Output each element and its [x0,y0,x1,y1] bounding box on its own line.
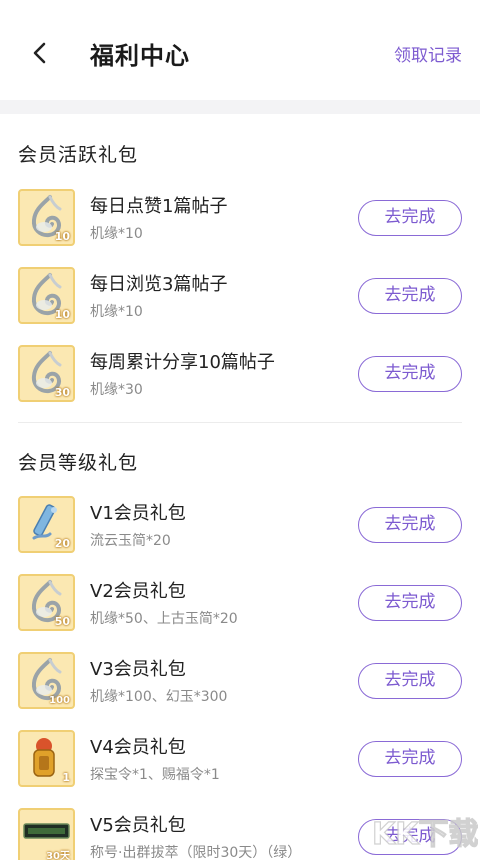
reward-count-badge: 30 [54,386,70,399]
task-name: V4会员礼包 [90,737,186,758]
gift-list-item: 100 V3会员礼包机缘*100、幻玉*300 去完成 [0,648,480,714]
reward-text: 流云玉简*20 [90,533,171,549]
reward-text: 机缘*100、幻玉*300 [90,689,228,705]
reward-text: 称号·出群拔萃（限时30天）（绿） [90,845,302,860]
gift-list-item: 30天 V5会员礼包称号·出群拔萃（限时30天）（绿） 去完成 [0,804,480,860]
spirit-swirl-icon: 100 [18,652,75,709]
title-plaque-icon: 30天 [18,808,75,860]
reward-text: 机缘*10 [90,226,143,242]
reward-text: 探宝令*1、赐福令*1 [90,767,220,783]
reward-count-badge: 10 [54,230,70,243]
spirit-swirl-icon: 30 [18,345,75,402]
gift-list-item: 50 V2会员礼包机缘*50、上古玉简*20 去完成 [0,570,480,636]
reward-count-badge: 20 [54,537,70,550]
complete-task-button[interactable]: 去完成 [358,356,462,392]
back-button[interactable] [26,38,56,68]
spirit-swirl-icon: 10 [18,267,75,324]
task-name: 每日浏览3篇帖子 [90,274,228,295]
treasure-token-icon: 1 [18,730,75,787]
gift-list-item: 1 V4会员礼包探宝令*1、赐福令*1 去完成 [0,726,480,792]
reward-text: 机缘*30 [90,382,143,398]
gift-list-item: 10 每日点赞1篇帖子机缘*10 去完成 [0,185,480,251]
task-name: 每日点赞1篇帖子 [90,196,228,217]
reward-text: 机缘*10 [90,304,143,320]
spirit-swirl-icon: 10 [18,189,75,246]
complete-task-button[interactable]: 去完成 [358,585,462,621]
reward-count-badge: 10 [54,308,70,321]
header-separator [0,100,480,114]
complete-task-button[interactable]: 去完成 [358,200,462,236]
page-title: 福利中心 [90,42,190,70]
gift-list-item: 30 每周累计分享10篇帖子机缘*30 去完成 [0,341,480,407]
gift-list-item: 20 V1会员礼包流云玉简*20 去完成 [0,492,480,558]
task-name: V1会员礼包 [90,503,186,524]
reward-text: 机缘*50、上古玉简*20 [90,611,238,627]
reward-count-badge: 50 [54,615,70,628]
section-title: 会员等级礼包 [18,452,139,474]
task-name: V5会员礼包 [90,815,186,836]
complete-task-button[interactable]: 去完成 [358,663,462,699]
reward-count-badge: 30天 [46,851,70,860]
complete-task-button[interactable]: 去完成 [358,819,462,855]
complete-task-button[interactable]: 去完成 [358,741,462,777]
complete-task-button[interactable]: 去完成 [358,507,462,543]
reward-count-badge: 100 [49,695,70,706]
section-divider [18,422,462,423]
claim-record-link[interactable]: 领取记录 [394,41,462,66]
app-header: 福利中心 领取记录 [0,0,480,100]
task-name: V3会员礼包 [90,659,186,680]
complete-task-button[interactable]: 去完成 [358,278,462,314]
jade-slip-icon: 20 [18,496,75,553]
section-title: 会员活跃礼包 [18,144,139,166]
chevron-left-icon [33,42,46,64]
reward-count-badge: 1 [62,771,70,784]
gift-list-item: 10 每日浏览3篇帖子机缘*10 去完成 [0,263,480,329]
task-name: V2会员礼包 [90,581,186,602]
task-name: 每周累计分享10篇帖子 [90,352,275,373]
spirit-swirl-icon: 50 [18,574,75,631]
